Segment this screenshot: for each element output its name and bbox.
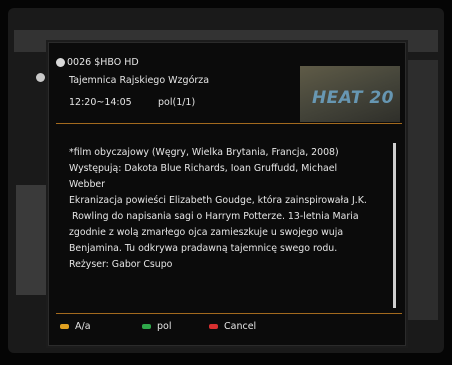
description-line: *film obyczajowy (Węgry, Wielka Brytania… [69,147,339,158]
description-line: Ekranizacja powieści Elizabeth Goudge, k… [69,195,367,206]
programme-time: 12:20~14:05 [69,97,132,108]
description-line: Reżyser: Gabor Csupo [69,259,173,270]
green-key-icon [142,324,151,329]
audio-button[interactable]: A/a [60,321,91,332]
programme-description: *film obyczajowy (Węgry, Wielka Brytania… [69,145,389,273]
yellow-key-icon [60,324,69,329]
cancel-button[interactable]: Cancel [209,321,256,332]
language-button[interactable]: pol [142,321,171,332]
description-line: zgodnie z wolą zmarłego ojca zamieszkuje… [69,227,344,238]
audio-button-label: A/a [75,321,91,332]
channel-preview: HEAT 20 [300,66,400,122]
preview-logo: HEAT 20 [311,88,394,108]
background-dot-icon [36,73,45,82]
cancel-button-label: Cancel [224,321,257,332]
description-line: Rowling do napisania sagi o Harrym Potte… [69,211,359,222]
scrollbar-thumb[interactable] [393,143,396,308]
language-button-label: pol [157,321,172,332]
description-line: Występują: Dakota Blue Richards, Ioan Gr… [69,163,338,174]
red-key-icon [209,324,218,329]
divider [56,313,402,314]
background-strip [408,60,438,320]
description-scrollbar[interactable] [393,143,396,308]
programme-title: Tajemnica Rajskiego Wzgórza [69,75,210,86]
channel-header: 0026 $HBO HD [56,55,139,69]
channel-name: 0026 $HBO HD [67,56,139,68]
description-line: Webber [69,179,106,190]
description-line: Benjamina. Tu odkrywa pradawną tajemnicę… [69,243,338,254]
divider [56,123,402,124]
channel-indicator-icon [56,57,65,67]
language-page-indicator: pol(1/1) [158,97,196,108]
